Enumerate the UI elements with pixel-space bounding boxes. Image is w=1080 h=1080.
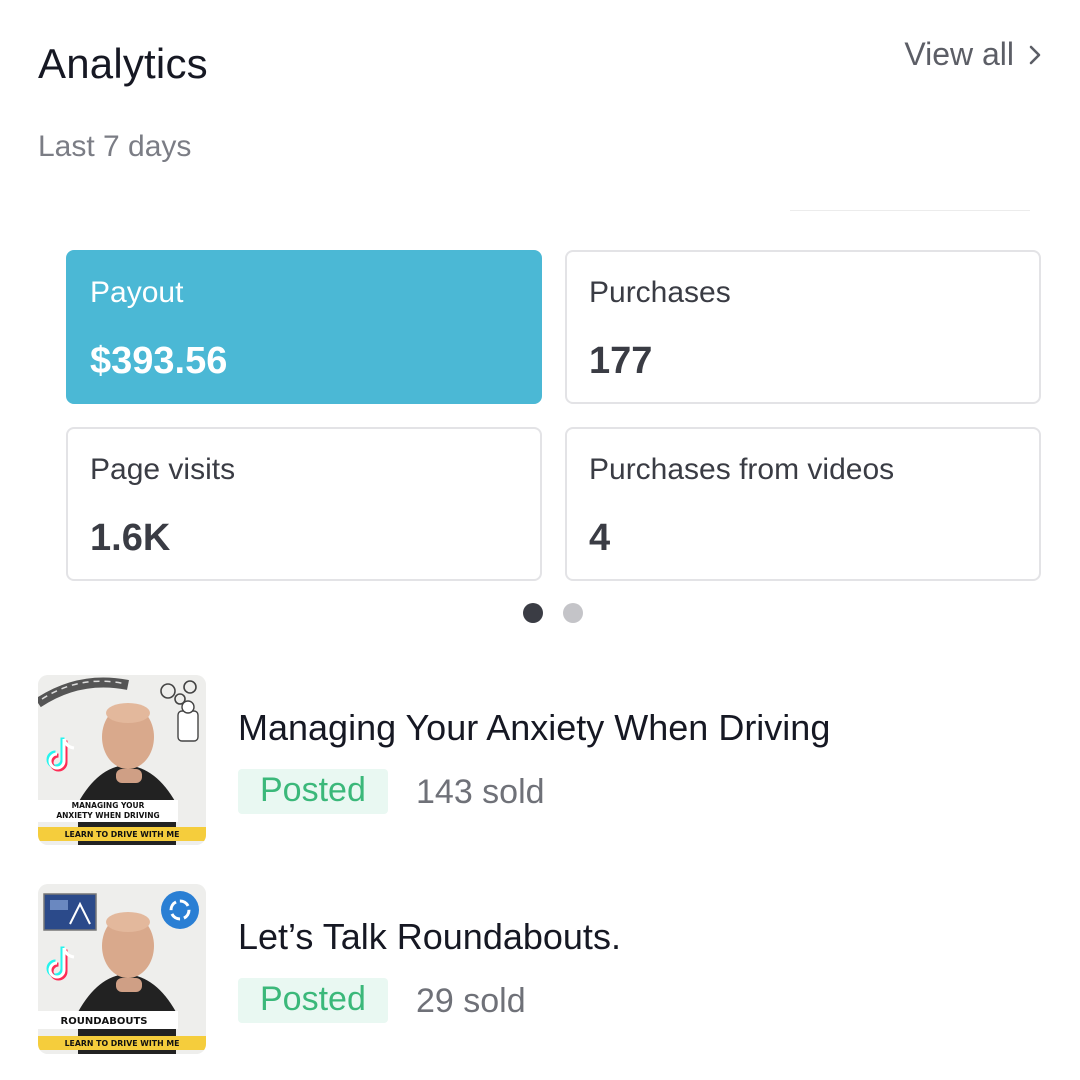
metric-label: Payout	[90, 276, 184, 309]
product-item[interactable]: ROUNDABOUTS LEARN TO DRIVE WITH ME Let’s…	[38, 884, 1048, 1054]
thumbnail-caption-line-1: MANAGING YOUR	[72, 801, 145, 810]
thumbnail-banner: LEARN TO DRIVE WITH ME	[65, 1039, 180, 1048]
product-thumbnail: MANAGING YOUR ANXIETY WHEN DRIVING LEARN…	[38, 675, 206, 845]
metric-value: 4	[589, 517, 611, 559]
metric-value: 177	[589, 340, 653, 382]
product-thumbnail: ROUNDABOUTS LEARN TO DRIVE WITH ME	[38, 884, 206, 1054]
product-title: Let’s Talk Roundabouts.	[238, 916, 621, 957]
metrics-grid: Payout $393.56 Purchases 177 Page visits…	[66, 250, 1041, 583]
divider	[790, 210, 1030, 211]
metric-value: 1.6K	[90, 517, 171, 559]
chevron-right-icon	[1029, 45, 1041, 64]
product-thumbnail-image: ROUNDABOUTS LEARN TO DRIVE WITH ME	[38, 884, 206, 1054]
page-title: Analytics	[38, 40, 208, 87]
sold-count: 143 sold	[416, 773, 545, 811]
metric-card-purchases[interactable]: Purchases 177	[565, 250, 1041, 404]
view-all-label: View all	[904, 36, 1014, 72]
page-dot-1[interactable]	[523, 603, 543, 623]
view-all-link[interactable]: View all	[904, 36, 1042, 73]
metric-card-payout[interactable]: Payout $393.56	[66, 250, 542, 404]
thumbnail-caption-line-2: ANXIETY WHEN DRIVING	[56, 811, 159, 820]
roundabout-icon	[161, 891, 199, 929]
product-thumbnail-image: MANAGING YOUR ANXIETY WHEN DRIVING LEARN…	[38, 675, 206, 845]
analytics-panel: Analytics View all Last 7 days Payout $3…	[0, 0, 1080, 1080]
metric-label: Page visits	[90, 453, 236, 486]
product-title: Managing Your Anxiety When Driving	[238, 707, 831, 748]
page-dot-2[interactable]	[563, 603, 583, 623]
metric-label: Purchases	[589, 276, 731, 309]
product-item[interactable]: MANAGING YOUR ANXIETY WHEN DRIVING LEARN…	[38, 675, 1048, 845]
status-badge: Posted	[238, 978, 388, 1023]
page-indicator	[523, 603, 583, 623]
period-label: Last 7 days	[38, 130, 192, 163]
metric-value: $393.56	[90, 340, 228, 382]
metric-label: Purchases from videos	[589, 453, 895, 486]
thumbnail-caption-line-1: ROUNDABOUTS	[61, 1016, 148, 1027]
sold-count: 29 sold	[416, 982, 526, 1020]
thumbnail-banner: LEARN TO DRIVE WITH ME	[65, 830, 180, 839]
road-sign-icon	[43, 893, 97, 931]
metric-card-purchases-from-videos[interactable]: Purchases from videos 4	[565, 427, 1041, 581]
status-badge: Posted	[238, 769, 388, 814]
metric-card-page-visits[interactable]: Page visits 1.6K	[66, 427, 542, 581]
